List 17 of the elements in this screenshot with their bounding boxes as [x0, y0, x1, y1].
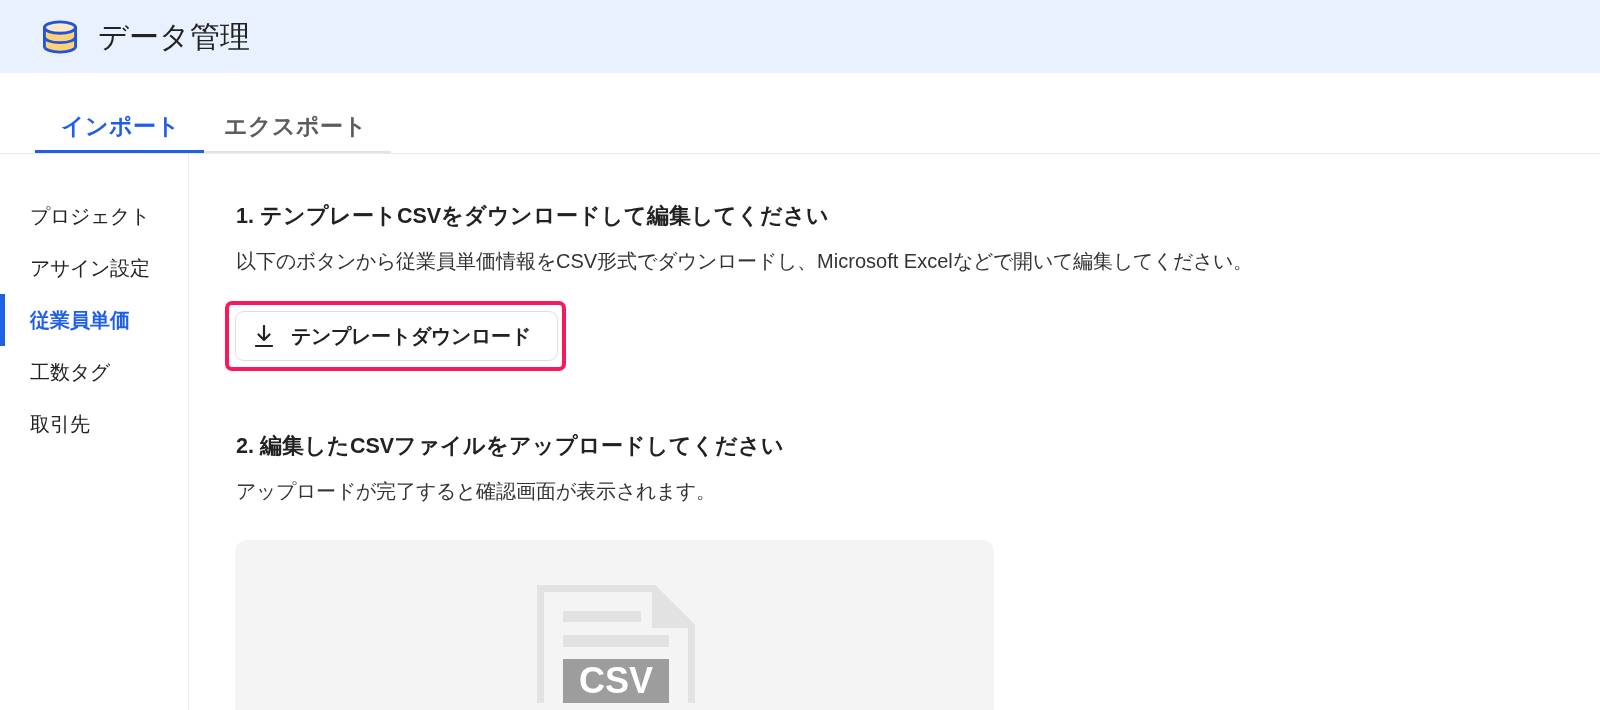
- sidebar-item[interactable]: 取引先: [0, 398, 188, 450]
- step-description: アップロードが完了すると確認画面が表示されます。: [236, 479, 716, 504]
- tab[interactable]: インポート: [35, 111, 204, 153]
- page-title: データ管理: [98, 18, 250, 55]
- step-heading: 1. テンプレートCSVをダウンロードして編集してください: [236, 203, 830, 230]
- step-description: 以下のボタンから従業員単価情報をCSV形式でダウンロードし、Microsoft Excelなどで開いて編集してください。: [236, 249, 1253, 274]
- sidebar-item[interactable]: プロジェクト: [0, 190, 188, 242]
- sidebar-item[interactable]: 工数タグ: [0, 346, 188, 398]
- step-heading: 2. 編集したCSVファイルをアップロードしてください: [236, 433, 785, 460]
- download-button[interactable]: テンプレートダウンロード: [235, 311, 558, 361]
- download-icon: [254, 325, 274, 347]
- file-type-label: CSV: [578, 660, 653, 701]
- sidebar-item[interactable]: 従業員単価: [0, 294, 188, 346]
- database-icon: [41, 19, 79, 54]
- sidebar-item[interactable]: アサイン設定: [0, 242, 188, 294]
- tab[interactable]: エクスポート: [204, 111, 391, 153]
- file-icon: [536, 585, 695, 703]
